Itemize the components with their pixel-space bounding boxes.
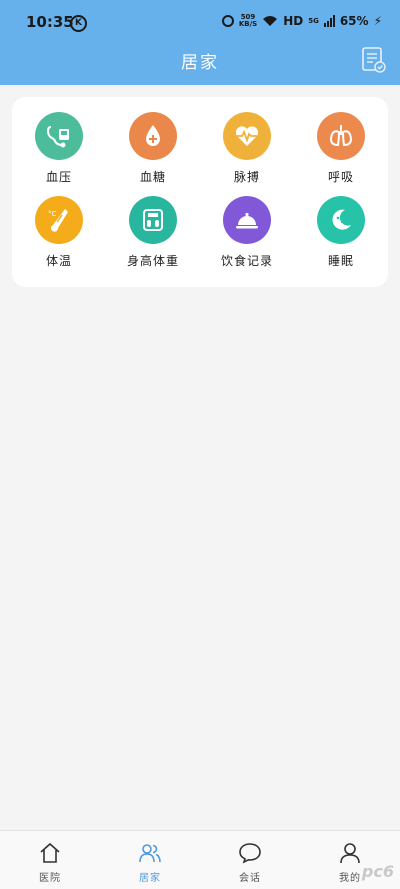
status-bar: 10:35 K 509 KB/S HD 5G 65% ⚡ bbox=[0, 0, 400, 40]
chat-bubble-icon bbox=[239, 843, 261, 864]
svg-text:°C: °C bbox=[48, 210, 57, 218]
battery-level: 65% bbox=[339, 14, 369, 28]
tile-breathing[interactable]: 呼吸 bbox=[294, 97, 388, 184]
profile-icon bbox=[340, 843, 360, 864]
health-records-card: 血压 血糖 脉搏 呼吸 °C 体温 身高体重 饮食记录 睡眠 bbox=[12, 97, 388, 287]
tile-pulse[interactable]: 脉搏 bbox=[200, 97, 294, 184]
tile-label: 睡眠 bbox=[327, 254, 354, 268]
bottom-nav: 医院 居家 会话 我的 bbox=[0, 830, 400, 889]
tile-blood-sugar[interactable]: 血糖 bbox=[106, 97, 200, 184]
blood-pressure-icon bbox=[35, 112, 83, 160]
k-badge-icon: K bbox=[70, 15, 87, 32]
signal-icon bbox=[323, 15, 335, 27]
nav-item-home-care[interactable]: 居家 bbox=[100, 831, 200, 889]
tile-diet-record[interactable]: 饮食记录 bbox=[200, 181, 294, 268]
net-speed-unit: KB/S bbox=[238, 20, 258, 28]
tile-sleep[interactable]: 睡眠 bbox=[294, 181, 388, 268]
nav-label: 会话 bbox=[239, 873, 261, 884]
status-time: 10:35 bbox=[26, 13, 74, 31]
tile-blood-pressure[interactable]: 血压 bbox=[12, 97, 106, 184]
checklist-document-icon[interactable] bbox=[361, 46, 387, 74]
users-icon bbox=[139, 844, 161, 863]
tile-temperature[interactable]: °C 体温 bbox=[12, 181, 106, 268]
nav-label: 医院 bbox=[39, 873, 61, 884]
hd-label: HD bbox=[283, 14, 304, 28]
alarm-icon bbox=[221, 15, 234, 27]
home-icon bbox=[40, 842, 60, 863]
lungs-icon bbox=[317, 112, 365, 160]
blood-sugar-icon bbox=[129, 112, 177, 160]
network-type: 5G bbox=[308, 17, 319, 25]
nav-item-hospital[interactable]: 医院 bbox=[0, 831, 100, 889]
pulse-heart-icon bbox=[223, 112, 271, 160]
top-bar: 10:35 K 509 KB/S HD 5G 65% ⚡ 居家 bbox=[0, 0, 400, 85]
food-cloche-icon bbox=[223, 196, 271, 244]
thermometer-icon: °C bbox=[35, 196, 83, 244]
health-records-grid: 血压 血糖 脉搏 呼吸 °C 体温 身高体重 饮食记录 睡眠 bbox=[12, 97, 388, 287]
tile-label: 饮食记录 bbox=[220, 254, 273, 268]
tile-height-weight[interactable]: 身高体重 bbox=[106, 181, 200, 268]
nav-label: 居家 bbox=[139, 873, 161, 884]
watermark-logo: pc6 bbox=[361, 862, 394, 881]
tile-label: 身高体重 bbox=[126, 254, 179, 268]
nav-item-chat[interactable]: 会话 bbox=[200, 831, 300, 889]
moon-icon bbox=[317, 196, 365, 244]
net-speed: 509 KB/S bbox=[239, 14, 257, 28]
page-title: 居家 bbox=[181, 53, 219, 73]
wifi-icon bbox=[263, 16, 278, 26]
tile-label: 体温 bbox=[45, 254, 72, 268]
charging-bolt-icon: ⚡ bbox=[373, 14, 382, 28]
scale-icon bbox=[129, 196, 177, 244]
status-right-group: 509 KB/S HD 5G 65% ⚡ bbox=[221, 13, 382, 29]
